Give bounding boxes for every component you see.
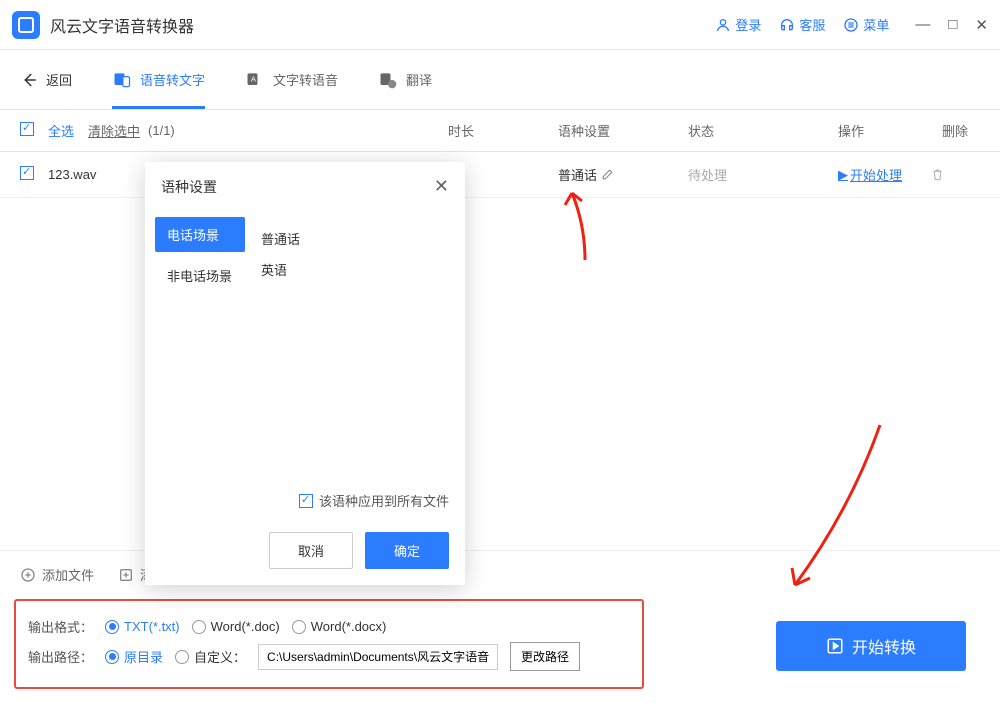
cancel-button[interactable]: 取消 bbox=[269, 532, 353, 569]
plus-circle-icon bbox=[20, 567, 36, 583]
clear-selection-button[interactable]: 清除选中 bbox=[88, 121, 140, 140]
play-icon: ▶ bbox=[838, 167, 848, 183]
stt-icon bbox=[112, 70, 132, 90]
select-all-checkbox[interactable] bbox=[20, 122, 34, 136]
tab-text-to-speech[interactable]: A 文字转语音 bbox=[245, 50, 338, 109]
minimize-button[interactable]: — bbox=[915, 16, 930, 34]
language-settings-popup: 语种设置 ✕ 电话场景 非电话场景 普通话 英语 该语种应用到所有文件 取消 确… bbox=[145, 162, 465, 585]
header-delete: 删除 bbox=[930, 121, 980, 140]
format-docx-radio[interactable]: Word(*.docx) bbox=[292, 619, 387, 634]
app-title: 风云文字语音转换器 bbox=[50, 13, 715, 37]
header-language: 语种设置 bbox=[558, 121, 688, 140]
plus-square-icon bbox=[118, 567, 134, 583]
translate-icon bbox=[378, 70, 398, 90]
popup-close-button[interactable]: ✕ bbox=[434, 176, 449, 197]
path-input[interactable] bbox=[258, 644, 498, 670]
titlebar: 风云文字语音转换器 登录 客服 菜单 — □ ✕ bbox=[0, 0, 1000, 50]
option-mandarin[interactable]: 普通话 bbox=[261, 223, 449, 254]
tab-translate[interactable]: 翻译 bbox=[378, 50, 432, 109]
start-convert-button[interactable]: 开始转换 bbox=[776, 621, 966, 671]
header-status: 状态 bbox=[688, 121, 838, 140]
format-doc-radio[interactable]: Word(*.doc) bbox=[192, 619, 280, 634]
headset-icon bbox=[779, 17, 795, 33]
maximize-button[interactable]: □ bbox=[948, 16, 957, 34]
edit-icon bbox=[601, 168, 614, 181]
select-all-label[interactable]: 全选 bbox=[48, 121, 74, 140]
change-path-button[interactable]: 更改路径 bbox=[510, 642, 580, 671]
menu-icon bbox=[843, 17, 859, 33]
close-button[interactable]: ✕ bbox=[975, 16, 988, 34]
option-english[interactable]: 英语 bbox=[261, 254, 449, 285]
confirm-button[interactable]: 确定 bbox=[365, 532, 449, 569]
header-duration: 时长 bbox=[448, 121, 558, 140]
apply-all-checkbox[interactable] bbox=[299, 494, 313, 508]
row-checkbox[interactable] bbox=[20, 166, 34, 180]
format-txt-radio[interactable]: TXT(*.txt) bbox=[105, 619, 180, 634]
login-button[interactable]: 登录 bbox=[715, 15, 761, 34]
header-action: 操作 bbox=[838, 121, 930, 140]
category-phone[interactable]: 电话场景 bbox=[155, 217, 245, 252]
menu-button[interactable]: 菜单 bbox=[843, 15, 889, 34]
path-original-radio[interactable]: 原目录 bbox=[105, 647, 163, 666]
category-nonphone[interactable]: 非电话场景 bbox=[155, 258, 245, 293]
app-logo bbox=[12, 11, 40, 39]
apply-all-label: 该语种应用到所有文件 bbox=[319, 491, 449, 510]
output-settings: 输出格式： TXT(*.txt) Word(*.doc) Word(*.docx… bbox=[14, 599, 644, 689]
svg-text:A: A bbox=[251, 74, 256, 83]
tab-speech-to-text[interactable]: 语音转文字 bbox=[112, 50, 205, 109]
output-format-label: 输出格式： bbox=[28, 617, 93, 636]
add-file-button[interactable]: 添加文件 bbox=[20, 565, 94, 584]
delete-icon[interactable] bbox=[930, 167, 945, 182]
start-processing-link[interactable]: ▶ 开始处理 bbox=[838, 165, 930, 184]
popup-title: 语种设置 bbox=[161, 177, 217, 197]
output-path-label: 输出路径： bbox=[28, 647, 93, 666]
arrow-left-icon bbox=[20, 71, 38, 89]
play-box-icon bbox=[826, 637, 844, 655]
selection-count: (1/1) bbox=[148, 123, 175, 138]
back-button[interactable]: 返回 bbox=[20, 70, 72, 89]
table-header: 全选 清除选中 (1/1) 时长 语种设置 状态 操作 删除 bbox=[0, 110, 1000, 152]
path-custom-radio[interactable]: 自定义： bbox=[175, 647, 246, 666]
tts-icon: A bbox=[245, 70, 265, 90]
language-selector[interactable]: 普通话 bbox=[558, 165, 688, 184]
navbar: 返回 语音转文字 A 文字转语音 翻译 bbox=[0, 50, 1000, 110]
row-status: 待处理 bbox=[688, 165, 838, 184]
user-icon bbox=[715, 17, 731, 33]
support-button[interactable]: 客服 bbox=[779, 15, 825, 34]
